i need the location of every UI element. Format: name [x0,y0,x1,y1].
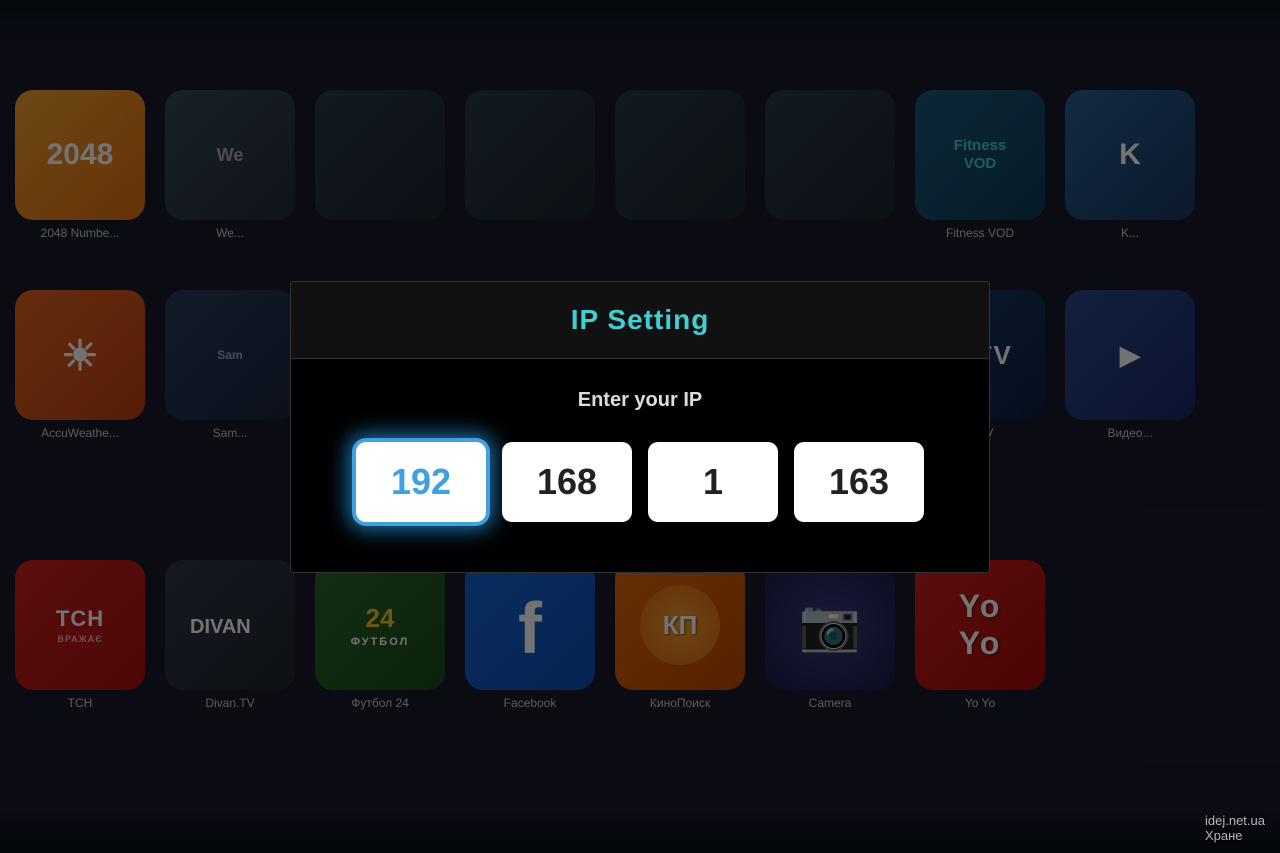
dialog-subtitle: Enter your IP [578,389,702,412]
watermark-line2: Хране [1205,828,1265,843]
ip-fields: 192 168 1 163 [356,442,924,522]
watermark-line1: idej.net.ua [1205,813,1265,828]
dialog-title: IP Setting [331,304,949,336]
ip-octet-2[interactable]: 168 [502,442,632,522]
ip-octet-3[interactable]: 1 [648,442,778,522]
watermark: idej.net.ua Хране [1205,813,1265,843]
dialog-overlay: IP Setting Enter your IP 192 168 1 163 [0,0,1280,853]
dialog-body: Enter your IP 192 168 1 163 [291,359,989,572]
ip-octet-1[interactable]: 192 [356,442,486,522]
ip-octet-4[interactable]: 163 [794,442,924,522]
ip-setting-dialog: IP Setting Enter your IP 192 168 1 163 [290,281,990,573]
dialog-header: IP Setting [291,282,989,359]
